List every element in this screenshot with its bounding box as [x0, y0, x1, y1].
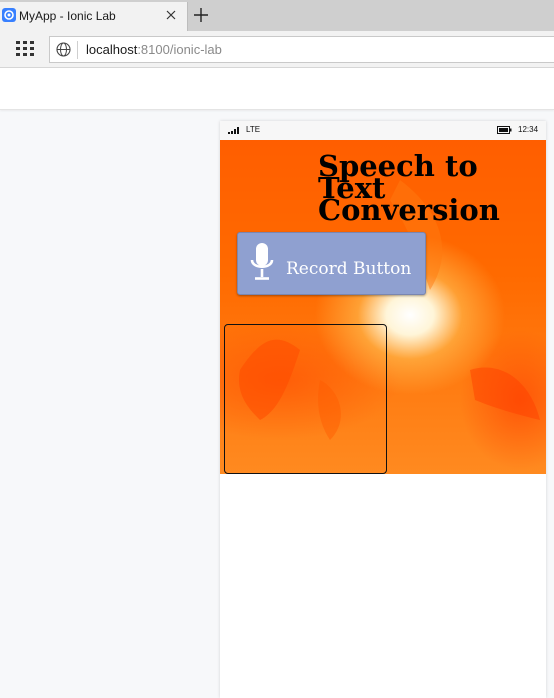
browser-toolbar: localhost:8100/ionic-lab	[0, 31, 554, 68]
microphone-icon	[250, 243, 274, 280]
status-clock: 12:34	[518, 125, 539, 134]
signal-icon	[228, 127, 239, 134]
url-port-path: :8100/ionic-lab	[137, 42, 222, 57]
network-type: LTE	[246, 125, 261, 134]
address-bar[interactable]: localhost:8100/ionic-lab	[49, 36, 554, 63]
url-separator	[77, 41, 78, 59]
apps-grid-icon[interactable]	[16, 41, 34, 57]
globe-icon	[56, 42, 71, 57]
url-text: localhost:8100/ionic-lab	[86, 42, 222, 57]
url-host: localhost	[86, 42, 138, 57]
ionic-logo-icon	[2, 8, 16, 22]
lab-header	[0, 68, 554, 110]
browser-tab[interactable]: MyApp - Ionic Lab	[0, 2, 188, 31]
record-button[interactable]: Record Button	[237, 232, 426, 295]
tab-title: MyApp - Ionic Lab	[19, 9, 116, 23]
battery-icon	[497, 126, 512, 134]
close-tab-icon[interactable]	[163, 7, 179, 23]
record-button-label: Record Button	[286, 259, 412, 279]
tab-strip: MyApp - Ionic Lab	[0, 0, 554, 31]
device-status-bar: LTE 12:34	[220, 121, 546, 140]
app-content: Speech to Text Conversion Record Button	[220, 140, 546, 474]
new-tab-icon[interactable]	[192, 6, 210, 24]
page-title: Speech to Text Conversion	[318, 149, 500, 227]
transcript-output	[224, 324, 387, 474]
device-preview: LTE 12:34 Speech to Text Conversion Reco…	[220, 121, 546, 698]
